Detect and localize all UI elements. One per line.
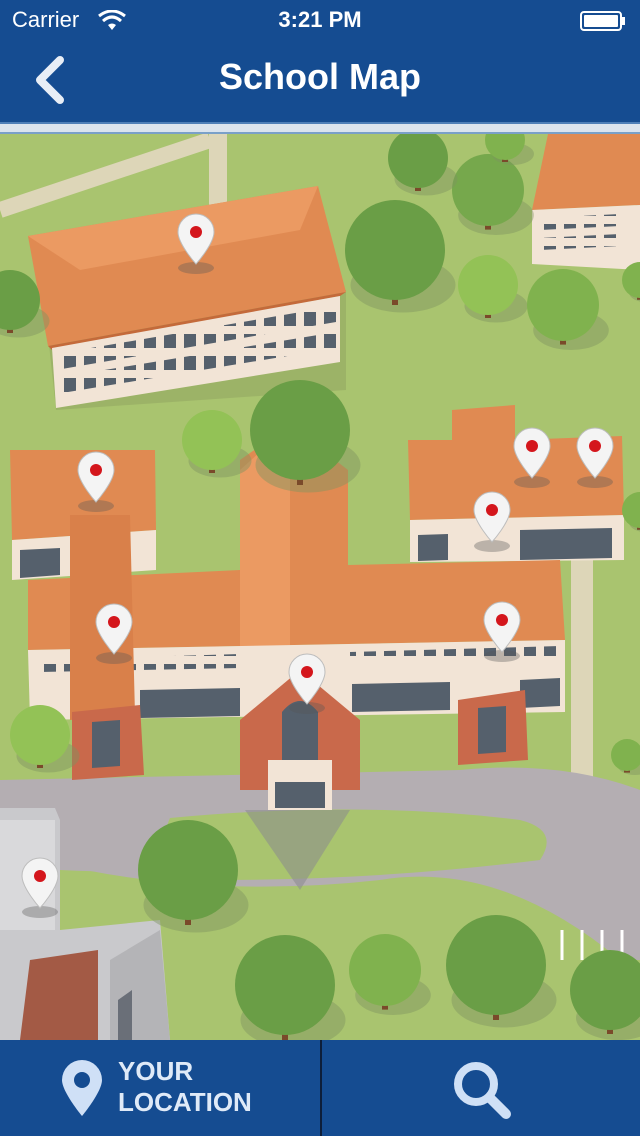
map-pin-icon[interactable]: [483, 601, 521, 662]
map-pin-icon[interactable]: [288, 653, 326, 714]
tree: [10, 705, 70, 765]
tree: [345, 200, 445, 300]
your-location-label-line1: YOUR: [118, 1056, 194, 1086]
map-pin-icon[interactable]: [177, 213, 215, 274]
tree: [527, 269, 599, 341]
location-pin-icon: [62, 1060, 102, 1116]
header-divider: [0, 122, 640, 134]
map-pin-icon[interactable]: [513, 427, 551, 488]
status-bar: Carrier 3:21 PM: [0, 0, 640, 40]
map-pin-icon[interactable]: [473, 491, 511, 552]
search-button[interactable]: [322, 1040, 640, 1136]
tree: [349, 934, 421, 1006]
search-icon: [454, 1062, 511, 1119]
map-pin-icon[interactable]: [21, 857, 59, 918]
tree: [182, 410, 242, 470]
map-pin-icon[interactable]: [95, 603, 133, 664]
campus-map[interactable]: [0, 134, 640, 1040]
page-title: School Map: [218, 56, 421, 97]
your-location-label: YOUR LOCATION: [118, 1056, 308, 1118]
tree: [250, 380, 350, 480]
clock-time: 3:21 PM: [278, 7, 362, 32]
your-location-label-line2: LOCATION: [118, 1087, 252, 1117]
your-location-button[interactable]: YOUR LOCATION: [0, 1040, 320, 1136]
map-pin-icon[interactable]: [77, 451, 115, 512]
map-pin-icon[interactable]: [576, 427, 614, 488]
tree: [446, 915, 546, 1015]
building-north-annex: [532, 134, 640, 270]
tree: [458, 255, 518, 315]
tree: [138, 820, 238, 920]
battery-icon: [580, 11, 625, 31]
tree: [235, 935, 335, 1035]
navigation-bar: School Map: [0, 40, 640, 122]
bottom-toolbar: YOUR LOCATION: [0, 1040, 640, 1136]
